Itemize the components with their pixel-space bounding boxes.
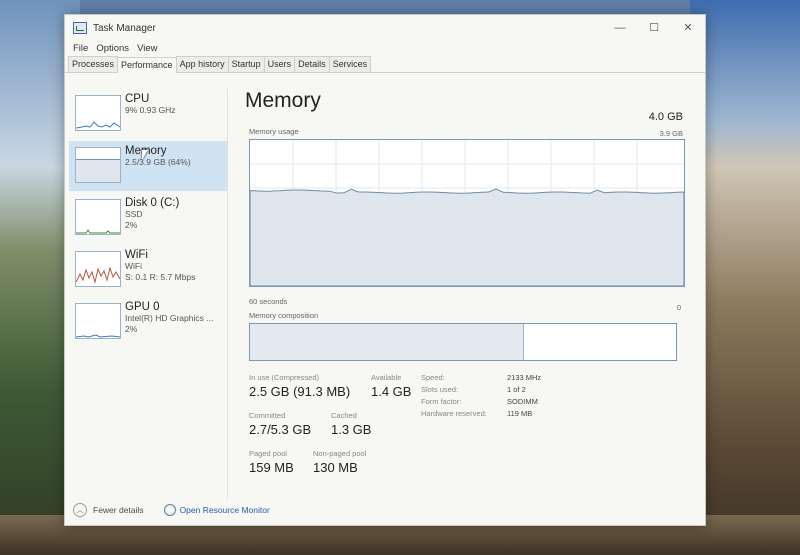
detail-slots-label: Slots used:	[421, 385, 459, 394]
cpu-usage: 9% 0.93 GHz	[125, 105, 176, 115]
memory-stats: In use (Compressed) 2.5 GB (91.3 MB) Ava…	[249, 373, 679, 493]
resource-wifi[interactable]: WiFi WiFi S: 0.1 R: 5.7 Mbps	[69, 245, 227, 295]
gpu-label: GPU 0	[125, 301, 160, 313]
memory-usage-label: Memory usage	[249, 127, 299, 136]
memory-thumbnail-graph	[75, 147, 121, 183]
memory-label: Memory	[125, 145, 167, 157]
stat-committed: Committed 2.7/5.3 GB	[249, 411, 312, 437]
resource-monitor-icon	[163, 504, 176, 516]
task-manager-icon	[73, 22, 87, 34]
tab-processes[interactable]: Processes	[68, 56, 119, 72]
memory-composition-label: Memory composition	[249, 311, 319, 320]
stat-paged-pool: Paged pool 159 MB	[249, 449, 294, 475]
memory-usage: 2.5/3.9 GB (64%)	[125, 157, 191, 167]
disk-type: SSD	[125, 209, 143, 219]
stat-available: Available 1.4 GB	[371, 373, 412, 399]
resource-disk[interactable]: Disk 0 (C:) SSD 2%	[69, 193, 227, 243]
wifi-throughput: S: 0.1 R: 5.7 Mbps	[125, 271, 196, 282]
wifi-label: WiFi	[125, 249, 148, 261]
title-bar[interactable]: Task Manager — ☐ ✕	[65, 15, 705, 41]
tab-services[interactable]: Services	[328, 56, 372, 72]
menu-bar: File Options View	[65, 41, 705, 56]
tab-startup[interactable]: Startup	[227, 56, 265, 72]
tab-performance[interactable]: Performance	[117, 57, 177, 73]
stat-nonpaged-pool: Non-paged pool 130 MB	[313, 449, 367, 475]
mouse-cursor-icon	[142, 150, 148, 160]
close-button[interactable]: ✕	[671, 15, 705, 41]
disk-label: Disk 0 (C:)	[125, 197, 180, 209]
memory-total: 4.0 GB	[648, 111, 683, 123]
memory-usage-graph	[249, 139, 685, 287]
memory-usage-graph-svg	[249, 140, 685, 287]
detail-hardware-reserved: 119 MB	[507, 409, 533, 418]
disk-thumbnail-graph	[75, 199, 121, 235]
chevron-up-icon[interactable]: ︿	[73, 503, 87, 517]
wifi-adapter: WiFi	[125, 261, 142, 271]
tab-bar: Processes Performance App history Startu…	[65, 56, 705, 73]
gpu-thumbnail-graph	[75, 303, 121, 339]
detail-form-label: Form factor:	[421, 397, 462, 406]
composition-in-use	[250, 324, 524, 360]
graph-time-end: 0	[676, 303, 681, 312]
maximize-button[interactable]: ☐	[637, 15, 671, 41]
minimize-button[interactable]: —	[603, 15, 637, 41]
menu-view[interactable]: View	[133, 41, 161, 56]
disk-usage: 2%	[125, 219, 138, 230]
memory-composition-bar	[249, 323, 677, 361]
open-resource-monitor-label: Open Resource Monitor	[179, 505, 270, 515]
open-resource-monitor-link[interactable]: Open Resource Monitor	[163, 504, 270, 516]
detail-form-factor: SODIMM	[507, 397, 538, 406]
stat-cached: Cached 1.3 GB	[331, 411, 372, 437]
detail-speed: 2133 MHz	[507, 373, 542, 382]
footer-bar: ︿ Fewer details Open Resource Monitor	[73, 503, 270, 517]
resource-gpu[interactable]: GPU 0 Intel(R) HD Graphics ... 2%	[69, 297, 227, 347]
gpu-usage: 2%	[125, 323, 138, 334]
resource-memory[interactable]: Memory 2.5/3.9 GB (64%)	[69, 141, 227, 191]
tab-app-history[interactable]: App history	[175, 56, 229, 72]
menu-options[interactable]: Options	[92, 41, 133, 56]
fewer-details-link[interactable]: Fewer details	[93, 505, 144, 515]
graph-time-start: 60 seconds	[249, 297, 288, 306]
resource-list: CPU 9% 0.93 GHz Memory 2.5/3.9 GB (64%) …	[69, 89, 228, 499]
window-title: Task Manager	[93, 22, 156, 34]
detail-speed-label: Speed:	[421, 373, 445, 382]
detail-slots: 1 of 2	[507, 385, 526, 394]
cpu-label: CPU	[125, 93, 150, 105]
memory-detail-panel: Memory 4.0 GB Memory usage 3.9 GB 60 sec…	[245, 89, 685, 499]
gpu-model: Intel(R) HD Graphics ...	[125, 313, 214, 323]
detail-hw-label: Hardware reserved:	[421, 409, 487, 418]
cpu-thumbnail-graph	[75, 95, 121, 131]
stat-in-use: In use (Compressed) 2.5 GB (91.3 MB)	[249, 373, 351, 399]
tab-users[interactable]: Users	[263, 56, 296, 72]
resource-cpu[interactable]: CPU 9% 0.93 GHz	[69, 89, 227, 139]
desktop-right-background	[690, 0, 800, 555]
window-controls: — ☐ ✕	[603, 15, 705, 41]
tab-details[interactable]: Details	[294, 56, 330, 72]
page-title: Memory	[245, 89, 321, 112]
task-manager-window: Task Manager — ☐ ✕ File Options View Pro…	[64, 14, 706, 526]
wifi-thumbnail-graph	[75, 251, 121, 287]
menu-file[interactable]: File	[69, 41, 92, 56]
graph-max-label: 3.9 GB	[659, 129, 683, 138]
